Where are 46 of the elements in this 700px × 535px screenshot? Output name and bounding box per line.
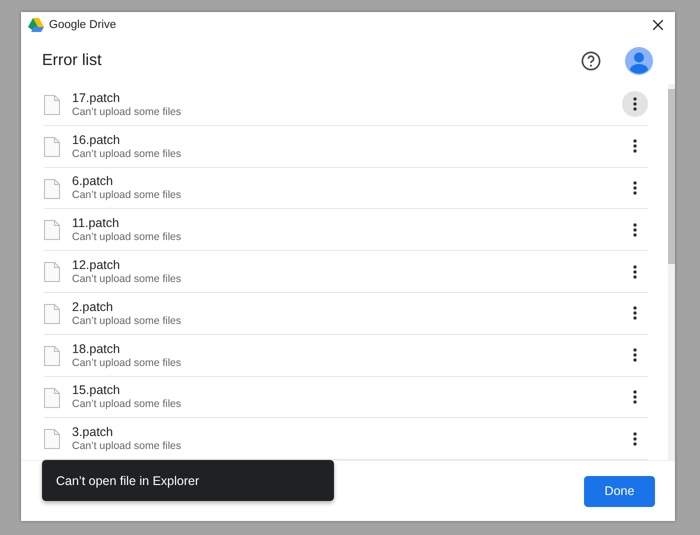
more-vertical-icon [633,348,637,362]
file-icon [44,262,60,282]
more-vertical-icon [633,97,637,112]
more-vertical-icon [633,180,637,195]
window-title: Google Drive [49,19,118,31]
avatar-icon[interactable] [625,47,653,75]
file-name: 12.patch [72,257,121,274]
more-vertical-icon [633,306,637,320]
file-status: Can’t upload some files [72,273,182,286]
toast-message: Can’t open file in Explorer [42,460,334,501]
file-name: 15.patch [72,382,121,398]
more-vertical-icon [633,432,637,446]
file-icon [44,388,60,408]
more-options-button[interactable] [622,91,648,118]
file-status: Can’t upload some files [72,440,182,454]
file-status: Can’t upload some files [72,148,182,161]
more-vertical-icon [633,139,637,154]
file-name: 17.patch [72,90,121,106]
scrollbar-thumb[interactable] [668,89,675,264]
file-name: 2.patch [72,298,114,315]
done-button[interactable]: Done [584,476,655,506]
file-status: Can’t upload some files [72,231,182,244]
close-icon[interactable] [653,20,663,30]
file-name: 18.patch [72,340,121,357]
file-icon [44,136,60,157]
more-vertical-icon [633,390,637,404]
file-icon [44,95,60,115]
file-name: 11.patch [72,215,120,232]
more-vertical-icon [633,222,637,237]
file-name: 3.patch [72,424,114,440]
file-status: Can’t upload some files [72,314,182,328]
file-icon [44,304,60,324]
file-icon [44,346,60,366]
file-name: 16.patch [72,132,121,148]
file-status: Can’t upload some files [72,189,182,202]
file-name: 6.patch [72,173,114,190]
file-icon [44,220,60,240]
file-status: Can’t upload some files [72,398,182,412]
help-icon[interactable] [581,51,601,71]
drive-logo-icon [28,18,44,32]
dialog-title: Error list [42,52,103,70]
more-vertical-icon [633,264,637,279]
file-icon [44,429,60,450]
file-status: Can’t upload some files [72,106,182,119]
file-icon [44,178,60,199]
file-status: Can’t upload some files [72,356,182,370]
